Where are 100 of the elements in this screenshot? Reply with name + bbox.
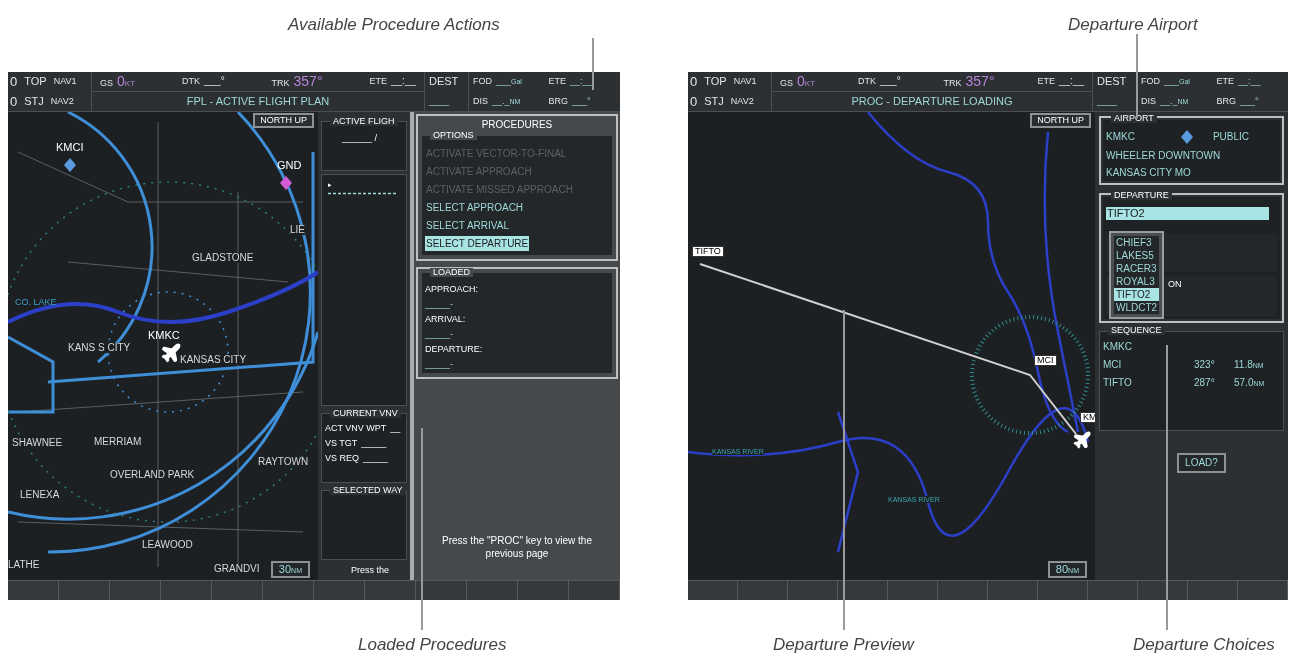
field-label: DTK bbox=[181, 77, 200, 87]
choice-item[interactable]: WLDCT2 bbox=[1114, 301, 1160, 314]
waypoint-id: STJ bbox=[24, 95, 44, 107]
callout-label: Departure Choices bbox=[1133, 636, 1275, 653]
menu-item[interactable]: SELECT APPROACH bbox=[425, 200, 525, 215]
altitude-digit: 0 bbox=[690, 94, 698, 108]
airport-label: GND bbox=[277, 160, 302, 171]
nav-source: NAV1 bbox=[733, 77, 757, 87]
panel-title: SELECTED WAY bbox=[330, 486, 406, 495]
dest-value: ____ bbox=[429, 96, 450, 106]
field-label: FOD bbox=[1141, 77, 1160, 87]
choice-item[interactable]: TIFTO2 bbox=[1114, 288, 1160, 301]
city-label: LEAWOOD bbox=[142, 540, 193, 550]
callout-label: Loaded Procedures bbox=[358, 636, 507, 653]
dest-label: DEST bbox=[429, 76, 459, 88]
orientation-label: NORTH UP bbox=[1030, 113, 1091, 128]
city-label: LENEXA bbox=[20, 490, 60, 500]
menu-item[interactable]: SELECT ARRIVAL bbox=[425, 218, 510, 233]
panel-title: ACTIVE FLIGH bbox=[330, 117, 398, 126]
group-title: DEPARTURE bbox=[1111, 191, 1172, 200]
field-value: ___° bbox=[203, 76, 225, 87]
hint-text: Press the "PROC" key to view the previous page bbox=[442, 534, 592, 560]
airport-label: KMCI bbox=[56, 142, 84, 153]
altitude-digit: 0 bbox=[10, 94, 18, 108]
field-label: BRG bbox=[1216, 96, 1236, 106]
loaded-value: _____- bbox=[425, 360, 455, 369]
airport-label: KMKC bbox=[148, 330, 180, 341]
dashed-rule-drawing bbox=[328, 192, 398, 195]
load-button[interactable]: LOAD? bbox=[1177, 453, 1226, 473]
field-value: 357° bbox=[293, 74, 323, 89]
waypoint-label: MCI bbox=[1034, 355, 1057, 366]
callout-label: Departure Airport bbox=[1068, 16, 1198, 33]
field-label: FOD bbox=[473, 77, 492, 87]
page-title: PROC - DEPARTURE LOADING bbox=[851, 95, 1013, 107]
menu-item[interactable]: SELECT DEPARTURE bbox=[425, 236, 530, 251]
loaded-value: _____- bbox=[425, 300, 455, 309]
field-value: __:__ bbox=[390, 76, 416, 87]
sequence-course: 323° bbox=[1194, 360, 1216, 370]
field-value: __:__ bbox=[570, 77, 593, 87]
softkey-button[interactable] bbox=[416, 581, 467, 600]
city-label: KANS S CITY bbox=[68, 343, 131, 353]
field-value: ___° bbox=[1240, 96, 1259, 106]
choice-item[interactable]: RACER3 bbox=[1114, 262, 1160, 275]
waypoint-id: TOP bbox=[24, 76, 47, 88]
airplane-icon bbox=[1072, 430, 1092, 450]
city-label: MERRIAM bbox=[94, 437, 142, 447]
loaded-value: _____- bbox=[425, 330, 455, 339]
airplane-icon bbox=[160, 342, 182, 364]
vnav-label: VS TGT bbox=[325, 439, 358, 448]
departure-field[interactable]: TIFTO2 bbox=[1106, 207, 1269, 220]
choice-item[interactable]: CHIEF3 bbox=[1114, 236, 1160, 249]
city-label: LATHE bbox=[8, 560, 40, 570]
sequence-course: 287° bbox=[1194, 378, 1216, 388]
airport-use: PUBLIC bbox=[1212, 132, 1250, 142]
sequence-waypoint: KMKC bbox=[1103, 342, 1133, 352]
field-value: __:__ bbox=[1238, 77, 1261, 87]
field-value: 0KT bbox=[117, 74, 136, 89]
field-label: ETE bbox=[1037, 77, 1055, 87]
dest-label: DEST bbox=[1097, 76, 1127, 88]
field-label: DIS bbox=[473, 96, 488, 106]
vor-icon bbox=[280, 176, 292, 190]
panel-title: CURRENT VNV bbox=[330, 409, 401, 418]
plan-name: ______ / bbox=[342, 133, 378, 143]
field-label: TRK bbox=[943, 79, 962, 89]
field-value: ___° bbox=[572, 96, 591, 106]
airport-name: WHEELER DOWNTOWN bbox=[1106, 151, 1222, 161]
airport-id: KMKC bbox=[1106, 132, 1135, 142]
airport-icon bbox=[1180, 130, 1193, 144]
field-label: ETE bbox=[548, 77, 566, 87]
callout-label: Available Procedure Actions bbox=[288, 16, 500, 33]
field-label: ON bbox=[1168, 280, 1182, 289]
field-value: 357° bbox=[965, 74, 995, 89]
altitude-digit: 0 bbox=[10, 75, 18, 89]
softkey-button[interactable] bbox=[838, 581, 888, 600]
choice-item[interactable]: LAKES5 bbox=[1114, 249, 1160, 262]
field-label: TRK bbox=[271, 79, 290, 89]
group-title: LOADED bbox=[430, 268, 473, 277]
field-value: 0KT bbox=[797, 74, 816, 89]
field-value: __:__ bbox=[1058, 76, 1084, 87]
field-label: BRG bbox=[548, 96, 568, 106]
city-label: GLADSTONE bbox=[192, 253, 254, 263]
window-title: PROCEDURES bbox=[481, 120, 553, 130]
vnav-value: _____ bbox=[361, 439, 387, 448]
field-label: GS bbox=[780, 79, 793, 89]
choice-item[interactable]: ROYAL3 bbox=[1114, 275, 1160, 288]
vnav-value: _____ bbox=[363, 454, 389, 463]
altitude-digit: 0 bbox=[690, 75, 698, 89]
nav-source: NAV1 bbox=[53, 77, 77, 87]
field-label: DIS bbox=[1141, 96, 1156, 106]
field-value: ___° bbox=[879, 76, 901, 87]
city-label: SHAWNEE bbox=[12, 438, 63, 448]
city-label: GRANDVI bbox=[214, 564, 260, 574]
field-label: ETE bbox=[369, 77, 387, 87]
softkey-button[interactable] bbox=[1138, 581, 1188, 600]
group-title: SEQUENCE bbox=[1108, 326, 1165, 335]
field-label: GS bbox=[100, 79, 113, 89]
airport-city: KANSAS CITY MO bbox=[1106, 168, 1192, 178]
city-label: LIE bbox=[290, 225, 305, 235]
airport-icon bbox=[64, 158, 76, 172]
group-title: AIRPORT bbox=[1111, 114, 1157, 123]
